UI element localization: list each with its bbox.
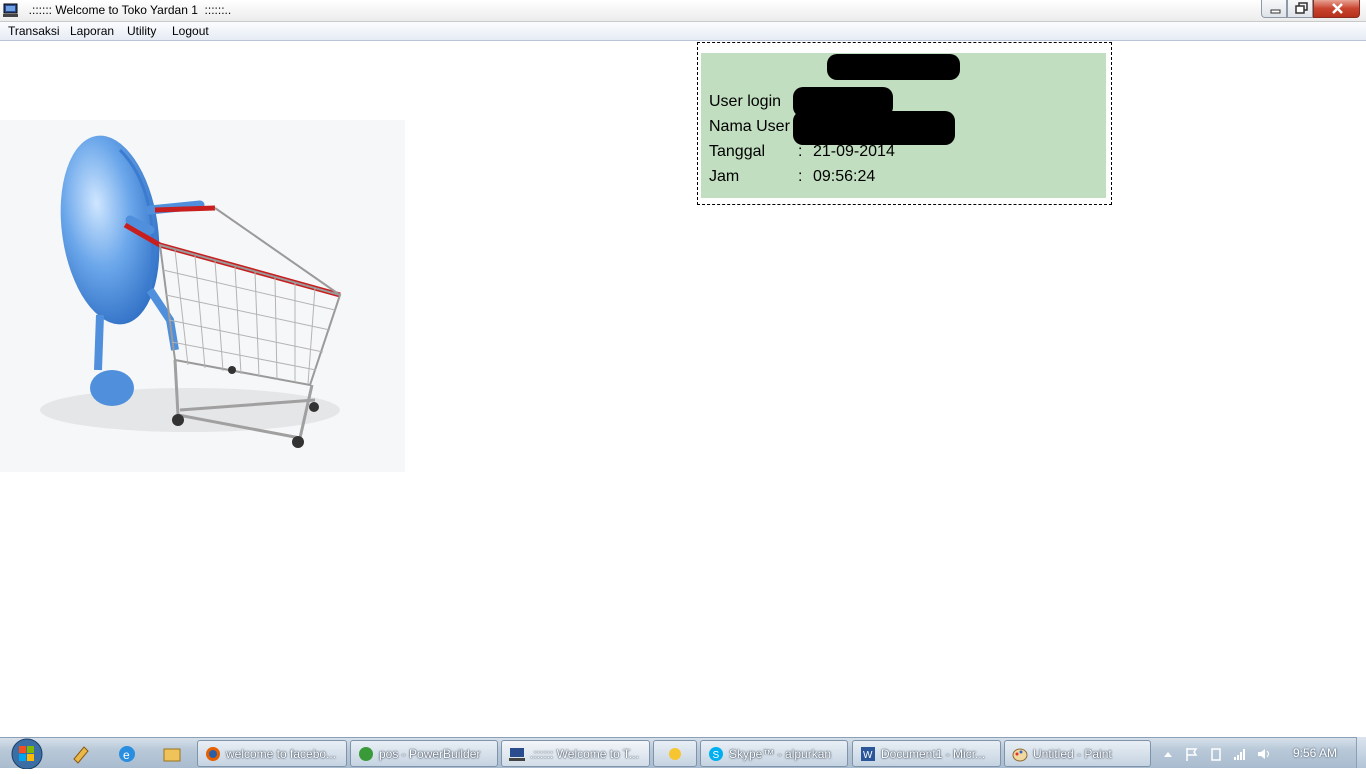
start-button[interactable]: [6, 738, 46, 770]
task-firefox[interactable]: welcome to facebo...: [197, 740, 347, 767]
svg-text:e: e: [123, 748, 130, 762]
weather-icon: [669, 748, 681, 760]
task-label: welcome to facebo...: [226, 747, 337, 761]
jam-label: Jam: [709, 168, 740, 185]
safely-remove-hardware-icon[interactable]: [1208, 746, 1224, 762]
taskbar-clock[interactable]: 9:56 AM: [1293, 746, 1337, 760]
task-weather[interactable]: [653, 740, 697, 767]
window-title: .:::::: Welcome to Toko Yardan 1 ::::::.…: [22, 3, 232, 17]
windows-start-icon: [11, 738, 43, 770]
show-desktop-button[interactable]: [1356, 737, 1366, 768]
task-skype[interactable]: S Skype™ - alpurkan: [700, 740, 848, 767]
task-label: Document1 - Micr...: [881, 747, 986, 761]
task-paint[interactable]: Untitled - Paint: [1004, 740, 1151, 767]
word-icon: W: [861, 747, 875, 761]
firefox-icon: [206, 747, 220, 761]
user-info-box: Toko Yardan 1 User login : Nama User : T…: [701, 53, 1106, 198]
task-toko-yardan[interactable]: .:::::: Welcome to T...: [501, 740, 650, 767]
ie-icon[interactable]: e: [116, 743, 138, 765]
app-icon: [3, 3, 18, 17]
shopping-cart-illustration: [0, 120, 405, 472]
close-icon: [1332, 3, 1343, 14]
taskbar: e welcome to facebo... pos - PowerBuilde…: [0, 737, 1366, 770]
user-info-panel: Toko Yardan 1 User login : Nama User : T…: [697, 42, 1112, 205]
task-label: Untitled - Paint: [1033, 747, 1112, 761]
app-icon: [509, 748, 525, 761]
minimize-icon: [1270, 9, 1281, 14]
restore-button[interactable]: [1287, 0, 1313, 18]
task-word[interactable]: W Document1 - Micr...: [852, 740, 1001, 767]
powerbuilder-icon: [359, 747, 373, 761]
skype-icon: S: [709, 747, 723, 761]
title-bar: .:::::: Welcome to Toko Yardan 1 ::::::.…: [0, 0, 1366, 22]
nama-user-label: Nama User: [709, 118, 790, 135]
svg-text:W: W: [863, 750, 873, 761]
tanggal-label: Tanggal: [709, 143, 766, 160]
menu-transaksi[interactable]: Transaksi: [8, 24, 60, 38]
user-login-label: User login: [709, 93, 782, 110]
restore-icon: [1295, 2, 1308, 14]
folder-icon[interactable]: [161, 743, 183, 765]
task-powerbuilder[interactable]: pos - PowerBuilder: [350, 740, 498, 767]
tanggal-separator: :: [798, 143, 803, 160]
minimize-button[interactable]: [1261, 0, 1287, 18]
paint-icon: [1012, 748, 1028, 762]
redaction-mark: [827, 54, 960, 80]
task-label: .:::::: Welcome to T...: [530, 747, 639, 761]
network-signal-icon[interactable]: [1232, 746, 1248, 762]
cart-mouse-image: [40, 135, 342, 448]
close-button[interactable]: [1313, 0, 1360, 18]
task-label: Skype™ - alpurkan: [729, 747, 832, 761]
action-center-flag-icon[interactable]: [1184, 746, 1200, 762]
tanggal-value: 21-09-2014: [813, 143, 895, 160]
svg-text:S: S: [713, 750, 720, 761]
redaction-mark: [793, 111, 955, 145]
jam-separator: :: [798, 168, 803, 185]
jam-value: 09:56:24: [813, 168, 876, 185]
explorer-icon[interactable]: [70, 743, 92, 765]
menu-utility[interactable]: Utility: [127, 24, 156, 38]
show-hidden-icons-icon[interactable]: [1160, 746, 1176, 762]
menu-bar: Transaksi Laporan Utility Logout: [0, 22, 1366, 41]
menu-laporan[interactable]: Laporan: [70, 24, 114, 38]
task-label: pos - PowerBuilder: [379, 747, 481, 761]
volume-icon[interactable]: [1256, 746, 1272, 762]
menu-logout[interactable]: Logout: [172, 24, 209, 38]
